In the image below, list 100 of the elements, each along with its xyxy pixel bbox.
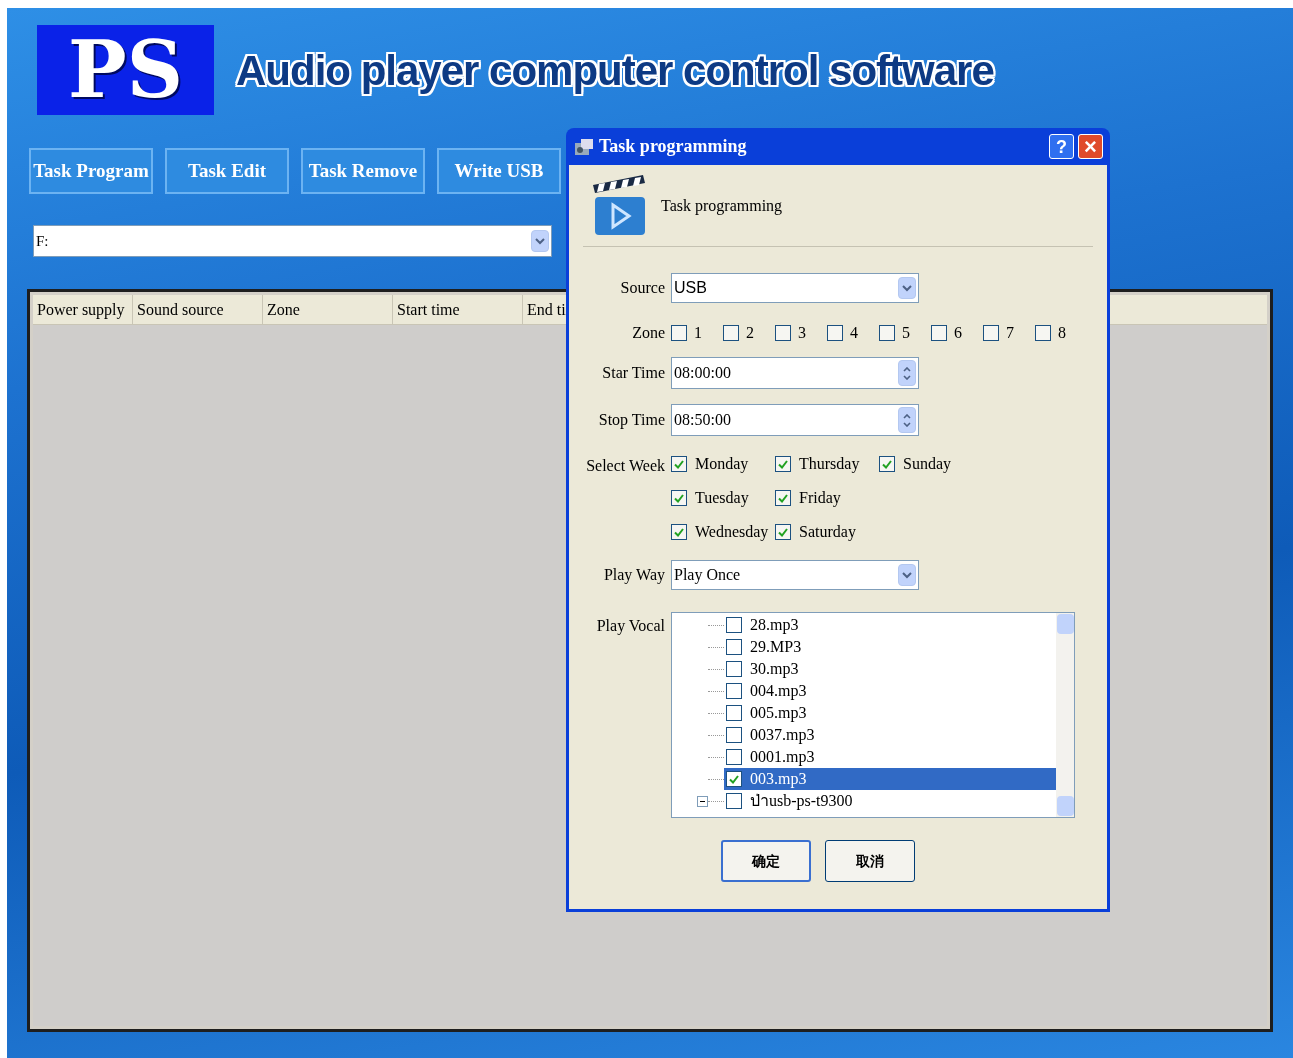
checkbox[interactable] (726, 705, 742, 721)
spin-buttons[interactable] (898, 360, 916, 386)
checkbox[interactable] (775, 524, 791, 540)
checkbox[interactable] (671, 524, 687, 540)
weekday-label: Friday (799, 488, 841, 509)
spin-buttons[interactable] (898, 407, 916, 433)
checkbox[interactable] (827, 325, 843, 341)
checkbox[interactable] (671, 325, 687, 341)
chevron-down-icon (903, 374, 911, 380)
weekday-label: Monday (695, 454, 749, 475)
chevron-up-icon (903, 413, 911, 419)
check-icon (729, 774, 739, 784)
source-select[interactable]: USB (671, 273, 919, 303)
app-icon (573, 136, 595, 157)
zone-label: 5 (902, 323, 910, 343)
drive-select-value: F: (36, 231, 49, 251)
checkbox[interactable] (931, 325, 947, 341)
chevron-down-icon (902, 284, 912, 292)
time-value: 08:50:00 (674, 410, 731, 430)
checkbox[interactable] (671, 456, 687, 472)
zone-label: 2 (746, 323, 754, 343)
collapse-toggle[interactable] (697, 795, 708, 807)
dropdown-arrow-button[interactable] (898, 564, 916, 586)
zone-label: 7 (1006, 323, 1014, 343)
toolbar-button[interactable]: Task Program (29, 148, 153, 194)
checkbox[interactable] (726, 683, 742, 699)
column-header[interactable]: Start time (393, 295, 523, 324)
chevron-up-icon (903, 366, 911, 372)
checkbox[interactable] (775, 325, 791, 341)
file-tree-item[interactable]: 003.mp3 (724, 768, 1056, 790)
file-tree-item[interactable]: 004.mp3 (724, 680, 1056, 702)
field-label: Play Vocal (595, 616, 666, 637)
toolbar-button[interactable]: Write USB (437, 148, 561, 194)
weekday-label: Tuesday (695, 488, 749, 509)
file-tree-item[interactable]: 30.mp3 (724, 658, 1056, 680)
weekday-label: Saturday (799, 522, 856, 543)
scrollbar[interactable] (1056, 613, 1074, 817)
dropdown-arrow-button[interactable] (531, 230, 549, 252)
toolbar-button[interactable]: Task Edit (165, 148, 289, 194)
field-label: Stop Time (597, 410, 666, 431)
app-title: Audio player computer control software (236, 45, 994, 96)
help-button[interactable]: ? (1049, 134, 1074, 159)
dialog-heading: Task programming (661, 195, 783, 217)
column-header[interactable]: Sound source (133, 295, 263, 324)
checkbox[interactable] (726, 749, 742, 765)
dialog-button[interactable]: 取消 (825, 840, 915, 882)
zone-label: 3 (798, 323, 806, 343)
checkbox[interactable] (983, 325, 999, 341)
play-way-select[interactable]: Play Once (671, 560, 919, 590)
file-tree-item[interactable]: 29.MP3 (724, 636, 1056, 658)
checkbox[interactable] (775, 456, 791, 472)
zone-label: 6 (954, 323, 962, 343)
logo: PS (37, 25, 214, 115)
check-icon (778, 459, 788, 469)
checkbox[interactable] (726, 727, 742, 743)
chevron-down-icon (903, 421, 911, 427)
toolbar-button[interactable]: Task Remove (301, 148, 425, 194)
weekday-label: Wednesday (695, 522, 769, 543)
column-header[interactable]: Zone (263, 295, 393, 324)
field-label: Select Week (585, 456, 666, 476)
time-field[interactable]: 08:50:00 (671, 404, 919, 436)
checkbox[interactable] (1035, 325, 1051, 341)
drive-select[interactable]: F: (33, 225, 552, 257)
checkbox[interactable] (879, 456, 895, 472)
checkbox[interactable] (723, 325, 739, 341)
play-way-value: Play Once (674, 565, 741, 586)
checkbox[interactable] (671, 490, 687, 506)
file-tree-item[interactable]: 005.mp3 (724, 702, 1056, 724)
dialog-button[interactable]: 确定 (721, 840, 811, 882)
dropdown-arrow-button[interactable] (898, 277, 916, 299)
time-field[interactable]: 08:00:00 (671, 357, 919, 389)
check-icon (778, 493, 788, 503)
file-tree-item[interactable]: 0037.mp3 (724, 724, 1056, 746)
file-tree-item[interactable]: ป่าusb-ps-t9300 (724, 790, 1056, 812)
dialog-title: Task programming (599, 135, 748, 158)
check-icon (674, 527, 684, 537)
field-label: Star Time (601, 363, 666, 383)
weekday-label: Thursday (799, 454, 860, 475)
checkbox[interactable] (726, 617, 742, 633)
zone-label: 8 (1058, 323, 1066, 343)
close-button[interactable]: × (1078, 134, 1103, 159)
file-tree-item[interactable]: 0001.mp3 (724, 746, 1056, 768)
field-label: Zone (631, 323, 666, 343)
field-label: Play Way (602, 565, 666, 586)
chevron-down-icon (902, 571, 912, 579)
checkbox[interactable] (726, 639, 742, 655)
field-label: Source (619, 278, 666, 298)
checkbox[interactable] (726, 793, 742, 809)
column-header[interactable]: Power supply (33, 295, 133, 324)
check-icon (674, 459, 684, 469)
chevron-down-icon (535, 237, 545, 245)
checkbox[interactable] (775, 490, 791, 506)
source-value: USB (674, 278, 707, 298)
checkbox[interactable] (879, 325, 895, 341)
check-icon (674, 493, 684, 503)
checkbox[interactable] (726, 661, 742, 677)
zone-label: 1 (694, 323, 702, 343)
file-tree-item[interactable]: 28.mp3 (724, 614, 1056, 636)
weekday-label: Sunday (903, 454, 951, 475)
checkbox[interactable] (726, 771, 742, 787)
